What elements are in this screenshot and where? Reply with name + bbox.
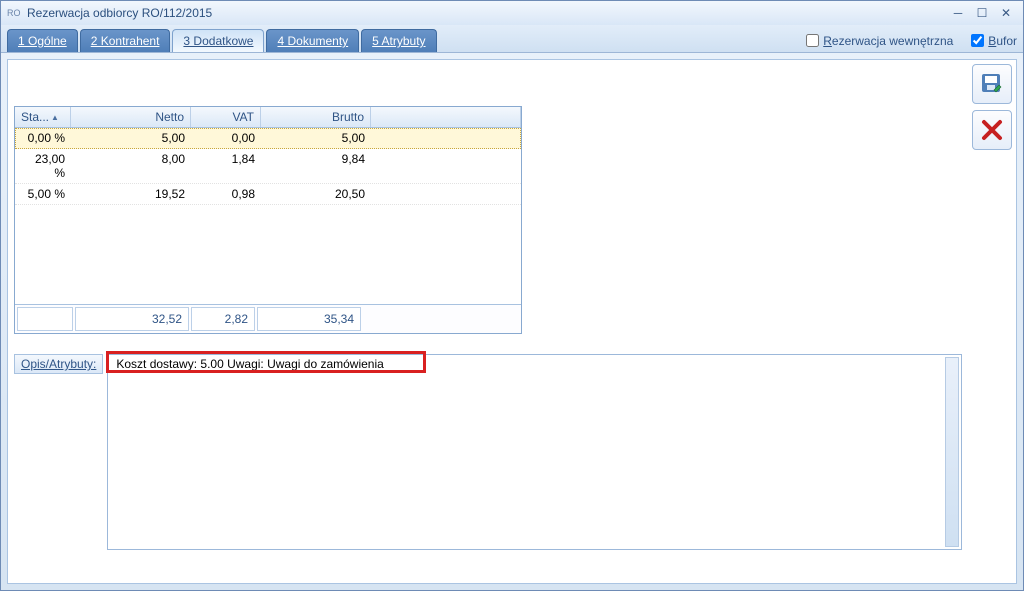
col-header-filler bbox=[371, 107, 521, 127]
tab-dodatkowe[interactable]: 3 Dodatkowe bbox=[172, 29, 264, 52]
save-button[interactable] bbox=[972, 64, 1012, 104]
tab-ogolne[interactable]: 1 Ogólne bbox=[7, 29, 78, 52]
checkbox-bufor-prefix: B bbox=[988, 34, 996, 48]
maximize-button[interactable]: ☐ bbox=[971, 4, 993, 22]
tab-bar: 1 Ogólne 2 Kontrahent 3 Dodatkowe 4 Doku… bbox=[1, 25, 1023, 53]
close-icon bbox=[980, 118, 1004, 142]
close-button[interactable]: ✕ bbox=[995, 4, 1017, 22]
cell-netto: 5,00 bbox=[71, 128, 191, 148]
window-title: Rezerwacja odbiorcy RO/112/2015 bbox=[27, 6, 945, 20]
cancel-button[interactable] bbox=[972, 110, 1012, 150]
side-buttons bbox=[968, 60, 1016, 154]
footer-sta bbox=[17, 307, 73, 331]
table-row[interactable]: 5,00 % 19,52 0,98 20,50 bbox=[15, 184, 521, 205]
app-icon: RO bbox=[7, 6, 21, 20]
cell-vat: 0,00 bbox=[191, 128, 261, 148]
tab-kontrahent[interactable]: 2 Kontrahent bbox=[80, 29, 171, 52]
checkbox-bufor-rest: ufor bbox=[996, 34, 1017, 48]
sort-asc-icon: ▲ bbox=[51, 113, 59, 122]
checkbox-rezerwacja-rest: ezerwacja wewnętrzna bbox=[832, 34, 953, 48]
cell-brutto: 9,84 bbox=[261, 149, 371, 183]
client-area: Sta... ▲ Netto VAT Brutto 0,00 % 5,00 0,… bbox=[7, 59, 1017, 584]
cell-vat: 1,84 bbox=[191, 149, 261, 183]
tab-atrybuty[interactable]: 5 Atrybuty bbox=[361, 29, 436, 52]
opis-label[interactable]: Opis/Atrybuty: bbox=[14, 354, 103, 374]
minimize-button[interactable]: ─ bbox=[947, 4, 969, 22]
col-header-brutto[interactable]: Brutto bbox=[261, 107, 371, 127]
checkbox-bufor-input[interactable] bbox=[971, 34, 984, 47]
cell-sta: 0,00 % bbox=[15, 128, 71, 148]
app-window: RO Rezerwacja odbiorcy RO/112/2015 ─ ☐ ✕… bbox=[0, 0, 1024, 591]
table-row[interactable]: 0,00 % 5,00 0,00 5,00 bbox=[15, 128, 521, 149]
grid-footer: 32,52 2,82 35,34 bbox=[15, 304, 521, 333]
grid-body[interactable]: 0,00 % 5,00 0,00 5,00 23,00 % 8,00 1,84 … bbox=[15, 128, 521, 304]
col-header-sta[interactable]: Sta... ▲ bbox=[15, 107, 71, 127]
footer-netto: 32,52 bbox=[75, 307, 189, 331]
opis-row: Opis/Atrybuty: Koszt dostawy: 5.00 Uwagi… bbox=[14, 354, 962, 550]
save-icon bbox=[979, 71, 1005, 97]
cell-sta: 23,00 % bbox=[15, 149, 71, 183]
checkbox-rezerwacja-prefix: R bbox=[823, 34, 832, 48]
cell-netto: 19,52 bbox=[71, 184, 191, 204]
col-header-vat[interactable]: VAT bbox=[191, 107, 261, 127]
cell-netto: 8,00 bbox=[71, 149, 191, 183]
footer-vat: 2,82 bbox=[191, 307, 255, 331]
scrollbar[interactable] bbox=[945, 357, 959, 547]
table-row[interactable]: 23,00 % 8,00 1,84 9,84 bbox=[15, 149, 521, 184]
footer-brutto: 35,34 bbox=[257, 307, 361, 331]
cell-brutto: 5,00 bbox=[261, 128, 371, 148]
checkbox-bufor[interactable]: Bufor bbox=[967, 31, 1017, 50]
opis-text: Koszt dostawy: 5.00 Uwagi: Uwagi do zamó… bbox=[112, 357, 387, 371]
cell-brutto: 20,50 bbox=[261, 184, 371, 204]
checkbox-rezerwacja-wewnetrzna[interactable]: Rezerwacja wewnętrzna bbox=[802, 31, 953, 50]
checkbox-rezerwacja-wewnetrzna-input[interactable] bbox=[806, 34, 819, 47]
col-header-sta-label: Sta... bbox=[21, 110, 49, 124]
vat-grid: Sta... ▲ Netto VAT Brutto 0,00 % 5,00 0,… bbox=[14, 106, 522, 334]
content-inner: Sta... ▲ Netto VAT Brutto 0,00 % 5,00 0,… bbox=[8, 60, 968, 583]
opis-textarea[interactable]: Koszt dostawy: 5.00 Uwagi: Uwagi do zamó… bbox=[107, 354, 962, 550]
tab-dokumenty[interactable]: 4 Dokumenty bbox=[266, 29, 359, 52]
grid-header: Sta... ▲ Netto VAT Brutto bbox=[15, 107, 521, 128]
col-header-netto[interactable]: Netto bbox=[71, 107, 191, 127]
titlebar: RO Rezerwacja odbiorcy RO/112/2015 ─ ☐ ✕ bbox=[1, 1, 1023, 25]
cell-vat: 0,98 bbox=[191, 184, 261, 204]
cell-sta: 5,00 % bbox=[15, 184, 71, 204]
